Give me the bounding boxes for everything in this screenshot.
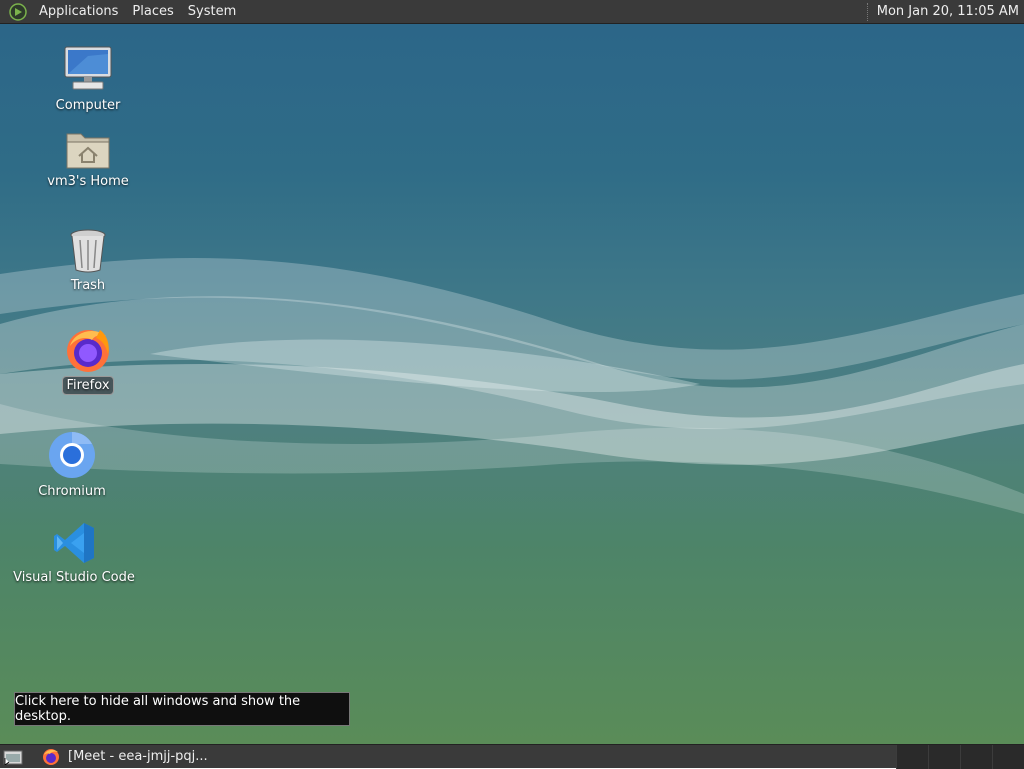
chromium-icon <box>49 432 95 478</box>
computer-icon <box>64 46 112 90</box>
desktop-icon-firefox[interactable]: Firefox <box>23 326 153 395</box>
workspace-1[interactable] <box>896 744 928 769</box>
vscode-icon <box>54 523 94 563</box>
desktop-icon-vscode[interactable]: Visual Studio Code <box>9 520 139 586</box>
desktop-icon-label: vm3's Home <box>47 174 129 189</box>
desktop-icon-label: Trash <box>70 278 106 293</box>
tooltip-text: Click here to hide all windows and show … <box>15 694 301 724</box>
desktop-icon-computer[interactable]: Computer <box>23 44 153 114</box>
show-desktop-icon <box>3 750 23 765</box>
show-desktop-button[interactable] <box>0 745 26 769</box>
menu-places[interactable]: Places <box>125 0 180 24</box>
distro-logo-icon[interactable] <box>9 2 27 21</box>
home-folder-icon <box>66 133 110 169</box>
workspace-switcher <box>896 744 1024 769</box>
clock[interactable]: Mon Jan 20, 11:05 AM <box>877 4 1024 19</box>
firefox-icon <box>43 748 59 765</box>
desktop-icon-home[interactable]: vm3's Home <box>23 128 153 190</box>
workspace-3[interactable] <box>960 744 992 769</box>
workspace-4[interactable] <box>992 744 1024 769</box>
show-desktop-tooltip: Click here to hide all windows and show … <box>14 692 350 726</box>
firefox-icon <box>67 330 109 372</box>
workspace-2[interactable] <box>928 744 960 769</box>
menu-applications[interactable]: Applications <box>32 0 125 24</box>
panel-separator <box>866 2 871 21</box>
menu-system[interactable]: System <box>181 0 243 24</box>
bottom-panel: [Meet - eea-jmjj-pqj... <box>0 744 1024 769</box>
desktop-icon-label: Visual Studio Code <box>13 570 135 585</box>
desktop-icon-label: Computer <box>55 98 121 113</box>
desktop-icon-label: Chromium <box>38 484 106 499</box>
taskbar-window-meet[interactable]: [Meet - eea-jmjj-pqj... <box>36 745 214 769</box>
desktop-icon-chromium[interactable]: Chromium <box>7 430 137 500</box>
trash-icon <box>70 229 106 273</box>
wallpaper-waves <box>0 258 1024 514</box>
top-panel: Applications Places System Mon Jan 20, 1… <box>0 0 1024 24</box>
taskbar-window-title: [Meet - eea-jmjj-pqj... <box>68 749 208 764</box>
desktop-background <box>0 24 1024 744</box>
desktop-icon-label: Firefox <box>62 376 114 395</box>
desktop-icon-trash[interactable]: Trash <box>23 228 153 294</box>
